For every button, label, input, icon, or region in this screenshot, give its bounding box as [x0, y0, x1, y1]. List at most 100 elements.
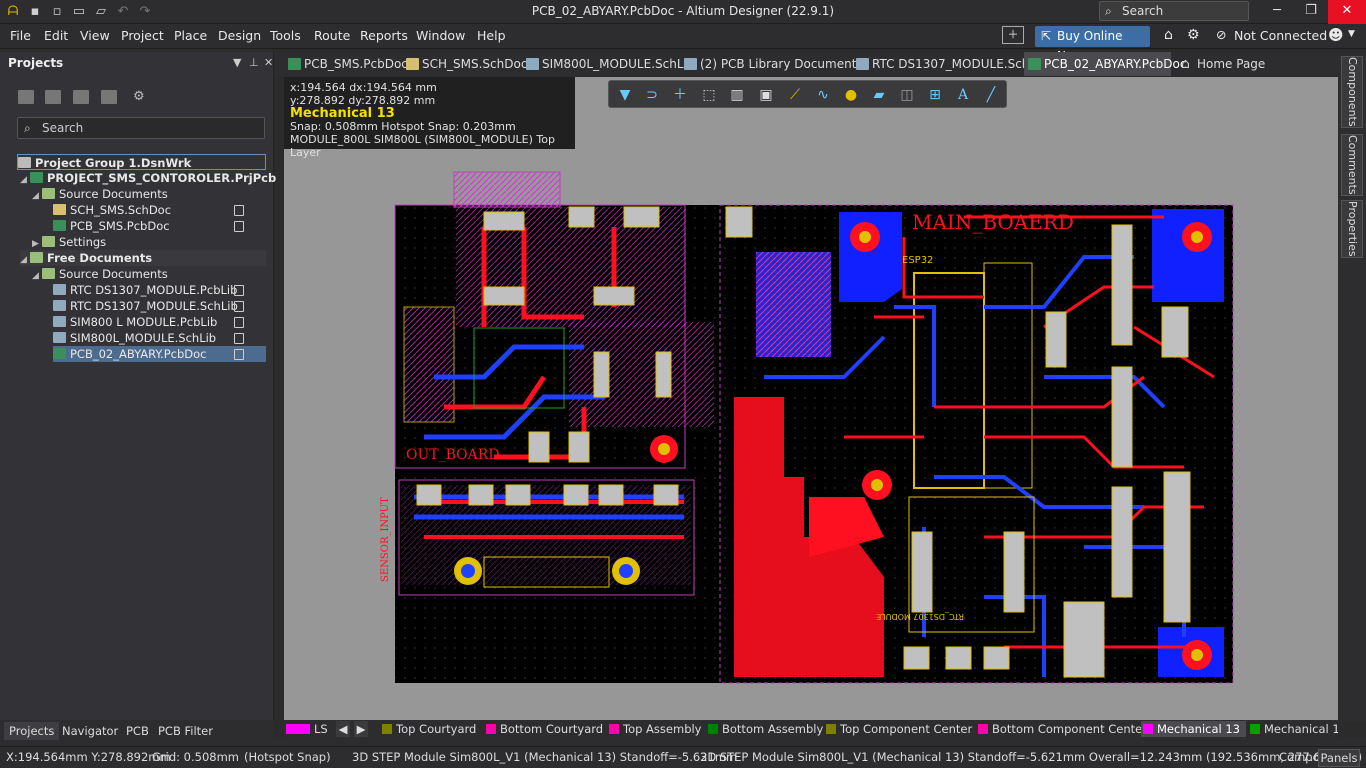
- add-icon[interactable]: ＋: [672, 87, 688, 103]
- pcb-canvas[interactable]: MAIN_BOAERD ESP32 OUT_BOARD SENSOR_INPUT…: [284, 77, 1338, 720]
- tab-pcb-filter[interactable]: PCB Filter: [153, 722, 218, 740]
- new-window-icon[interactable]: ＋: [1002, 26, 1024, 44]
- layer-label: Mechanical 13: [1157, 722, 1240, 736]
- save-doc-icon[interactable]: [18, 90, 34, 104]
- gear-icon[interactable]: ⚙: [1187, 27, 1200, 43]
- scroll-left-icon[interactable]: ◀: [336, 721, 350, 737]
- menu-place[interactable]: Place: [174, 28, 207, 43]
- chevron-down-icon[interactable]: ▼: [1348, 29, 1355, 39]
- projects-search-input[interactable]: ⌕ Search: [17, 117, 265, 139]
- tree-item-settings[interactable]: ▶ Settings: [32, 234, 106, 250]
- menu-design[interactable]: Design: [218, 28, 261, 43]
- tab-components[interactable]: Components: [1341, 56, 1363, 128]
- layer-top-assembly[interactable]: Top Assembly: [607, 721, 702, 737]
- close-button[interactable]: ✕: [1328, 0, 1366, 24]
- layer-bottom-courtyard[interactable]: Bottom Courtyard: [484, 721, 603, 737]
- document-icon: [234, 285, 244, 296]
- tab-properties[interactable]: Properties: [1341, 200, 1363, 258]
- menu-reports[interactable]: Reports: [360, 28, 408, 43]
- layer-bottom-component-center[interactable]: Bottom Component Center: [976, 721, 1147, 737]
- text-icon[interactable]: A: [955, 87, 971, 103]
- menu-help[interactable]: Help: [477, 28, 506, 43]
- tab-rtc-schlib[interactable]: RTC DS1307_MODULE.SchLib: [852, 52, 1047, 76]
- tree-item-project-group[interactable]: Project Group 1.DsnWrk: [17, 154, 266, 170]
- menu-file[interactable]: File: [10, 28, 31, 43]
- home-icon[interactable]: ⌂: [1164, 27, 1173, 43]
- menu-project[interactable]: Project: [121, 28, 164, 43]
- menu-view[interactable]: View: [80, 28, 110, 43]
- tab-sch-sms[interactable]: SCH_SMS.SchDoc: [402, 52, 527, 76]
- tab-pcb-sms[interactable]: PCB_SMS.PcbDoc: [284, 52, 408, 76]
- layer-top-courtyard[interactable]: Top Courtyard: [380, 721, 476, 737]
- tab-projects[interactable]: Projects: [4, 722, 60, 740]
- via-icon[interactable]: ●: [843, 87, 859, 103]
- connection-status[interactable]: Not Connected: [1234, 28, 1327, 43]
- filter-icon[interactable]: ▼: [617, 87, 633, 103]
- line-icon[interactable]: ╱: [983, 87, 999, 103]
- panel-menu-icon[interactable]: ▼: [233, 56, 241, 69]
- expand-icon[interactable]: ◢: [20, 172, 30, 188]
- disconnected-icon: ⊘: [1216, 27, 1227, 42]
- tab-navigator[interactable]: Navigator: [57, 722, 123, 740]
- status-hotspot: (Hotspot Snap): [244, 750, 331, 764]
- tab-pcb-library[interactable]: (2) PCB Library Document▼: [680, 52, 869, 76]
- status-grid[interactable]: Grid: 0.508mm: [152, 750, 239, 764]
- expand-icon[interactable]: ◢: [20, 252, 30, 268]
- interactive-route-icon[interactable]: ⟋: [787, 87, 803, 103]
- settings-icon[interactable]: ⚙: [133, 90, 149, 104]
- align-icon[interactable]: ▥: [729, 87, 745, 103]
- panels-button[interactable]: Panels: [1318, 749, 1360, 767]
- tab-comments[interactable]: Comments: [1341, 134, 1363, 196]
- user-icon[interactable]: ☻: [1328, 26, 1344, 44]
- menu-edit[interactable]: Edit: [44, 28, 68, 43]
- tab-sim800-schlib[interactable]: SIM800L_MODULE.SchLib: [522, 52, 694, 76]
- diff-pair-icon[interactable]: ∿: [815, 87, 831, 103]
- tree-item-sim800-pcblib[interactable]: SIM800 L MODULE.PcbLib: [53, 314, 217, 330]
- tab-pcb[interactable]: PCB: [121, 722, 154, 740]
- tree-item-free-docs[interactable]: ◢ Free Documents: [20, 250, 266, 266]
- tree-label: Project Group 1.DsnWrk: [35, 156, 192, 170]
- expand-icon[interactable]: ◢: [32, 188, 42, 204]
- tree-item-sim800-schlib[interactable]: SIM800L_MODULE.SchLib: [53, 330, 216, 346]
- menu-tools[interactable]: Tools: [270, 28, 301, 43]
- tree-item-source-docs[interactable]: ◢ Source Documents: [32, 186, 168, 202]
- tree-item-pcb-sms[interactable]: PCB_SMS.PcbDoc: [53, 218, 170, 234]
- tab-pcb-abyary[interactable]: PCB_02_ABYARY.PcbDoc: [1024, 52, 1186, 76]
- close-doc-icon[interactable]: [101, 90, 117, 104]
- layer-color-swatch: [1143, 724, 1153, 734]
- menu-window[interactable]: Window: [416, 28, 465, 43]
- menu-route[interactable]: Route: [314, 28, 350, 43]
- tree-item-rtc-schlib[interactable]: RTC DS1307_MODULE.SchLib: [53, 298, 238, 314]
- layer-ls[interactable]: LS: [284, 721, 332, 737]
- scroll-right-icon[interactable]: ▶: [354, 721, 368, 737]
- keepout-icon[interactable]: ◫: [899, 87, 915, 103]
- layer-label: Mechanical 15: [1264, 722, 1338, 736]
- pcblib-icon: [53, 284, 66, 295]
- tree-item-project[interactable]: ◢ PROJECT_SMS_CONTOROLER.PrjPcb: [20, 170, 276, 186]
- save-all-docs-icon[interactable]: [45, 90, 61, 104]
- tab-label: PCB_SMS.PcbDoc: [304, 57, 408, 71]
- layer-top-component-center[interactable]: Top Component Center: [824, 721, 972, 737]
- polygon-icon[interactable]: ▰: [871, 87, 887, 103]
- pin-icon[interactable]: ⊥: [249, 56, 259, 69]
- maximize-button[interactable]: ❐: [1294, 0, 1328, 24]
- document-icon: [234, 301, 244, 312]
- route-icon[interactable]: ⊃: [644, 87, 660, 103]
- layer-bottom-assembly[interactable]: Bottom Assembly: [706, 721, 823, 737]
- layer-mechanical-15[interactable]: Mechanical 15: [1248, 721, 1338, 737]
- tab-home-page[interactable]: ⌂ Home Page: [1177, 52, 1265, 76]
- expand-icon[interactable]: ◢: [32, 268, 42, 284]
- panel-close-icon[interactable]: ✕: [264, 56, 273, 69]
- buy-online-button[interactable]: ⇱Buy Online Now: [1035, 26, 1150, 63]
- tree-item-sch-sms[interactable]: SCH_SMS.SchDoc: [53, 202, 171, 218]
- component-icon[interactable]: ▣: [758, 87, 774, 103]
- tab-label: SIM800L_MODULE.SchLib: [542, 57, 695, 71]
- dimension-icon[interactable]: ⊞: [927, 87, 943, 103]
- global-search-input[interactable]: ⌕ Search: [1099, 1, 1249, 21]
- compile-icon[interactable]: [73, 90, 89, 104]
- select-rect-icon[interactable]: ⬚: [701, 87, 717, 103]
- minimize-button[interactable]: ─: [1260, 0, 1294, 24]
- tree-item-free-source-docs[interactable]: ◢ Source Documents: [32, 266, 168, 282]
- tree-item-rtc-pcblib[interactable]: RTC DS1307_MODULE.PcbLib: [53, 282, 237, 298]
- layer-mechanical-13[interactable]: Mechanical 13: [1141, 721, 1246, 737]
